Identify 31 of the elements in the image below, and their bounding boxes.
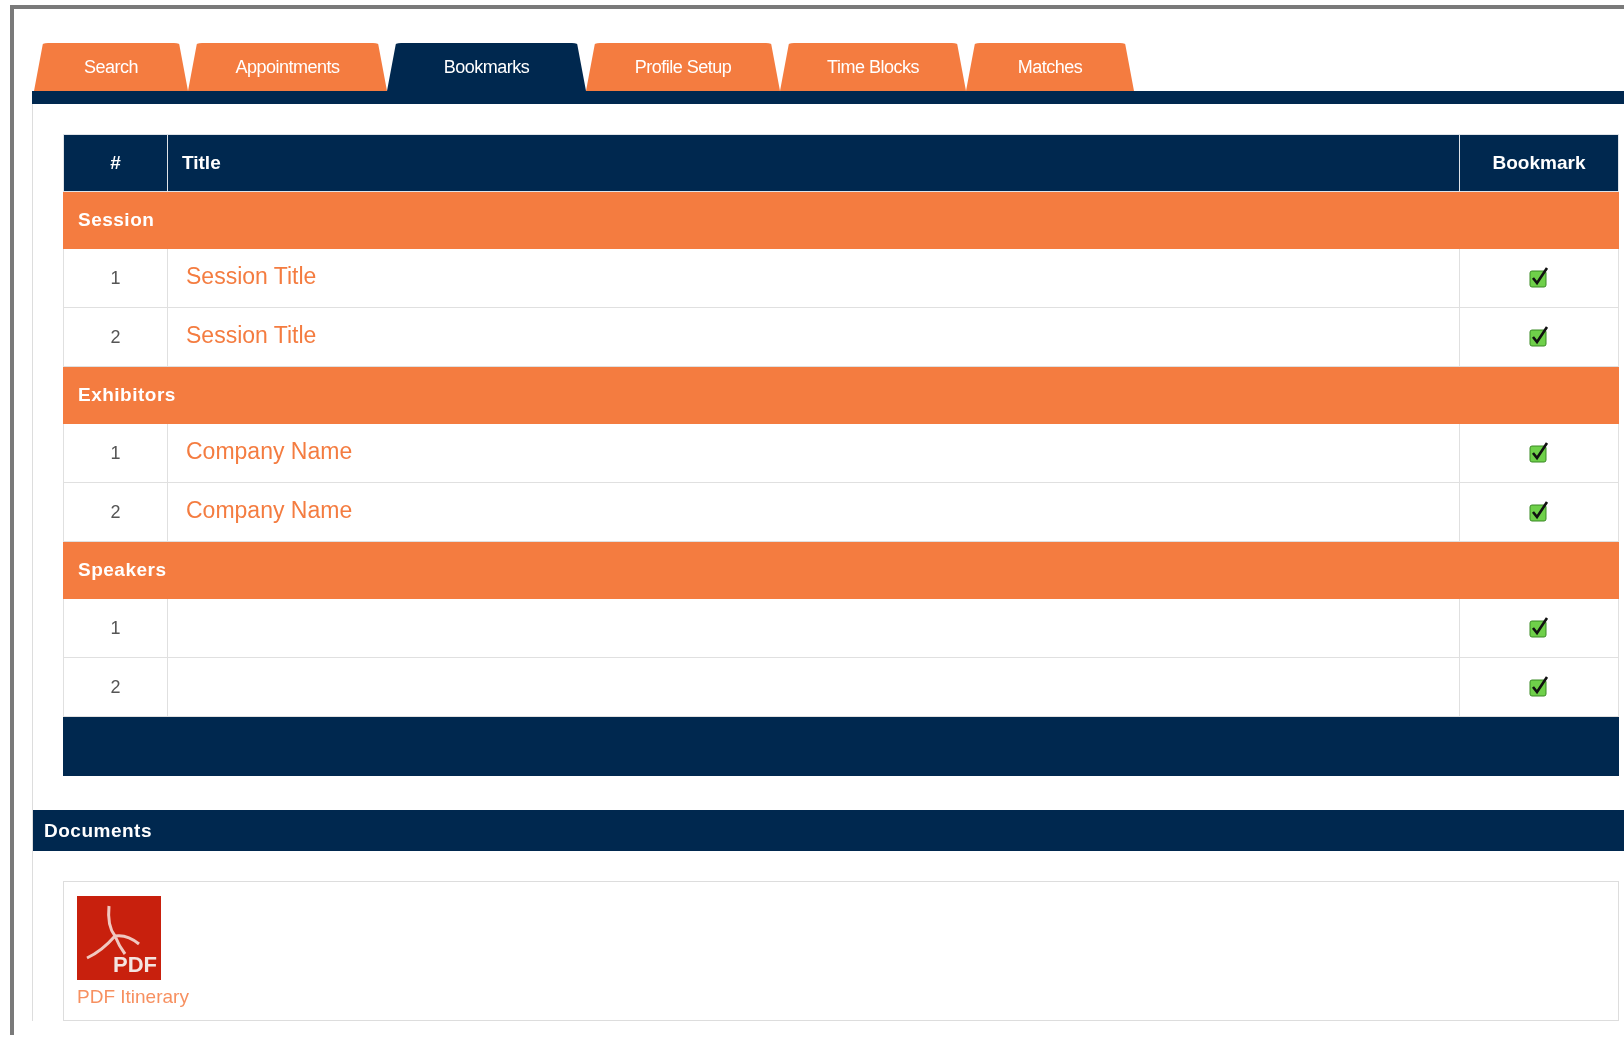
row-number: 2 (63, 307, 168, 367)
tab[interactable]: Profile Setup (586, 43, 780, 91)
checkbox-icon[interactable] (1529, 326, 1549, 348)
checkbox-icon[interactable] (1529, 676, 1549, 698)
column-header: # (63, 134, 168, 192)
checkbox-icon[interactable] (1529, 617, 1549, 639)
row-number: 1 (63, 423, 168, 483)
checkbox-icon[interactable] (1529, 267, 1549, 289)
checkbox-icon[interactable] (1529, 501, 1549, 523)
group-header: Session (63, 191, 1619, 249)
tab[interactable]: Time Blocks (780, 43, 966, 91)
title-link[interactable]: Session Title (186, 321, 317, 348)
section-header: Documents (33, 810, 1624, 851)
row-number: 2 (63, 482, 168, 542)
title-link[interactable]: Company Name (186, 496, 353, 523)
row-number: 1 (63, 248, 168, 308)
title-link[interactable]: Company Name (186, 437, 353, 464)
document-link[interactable]: PDF Itinerary (77, 986, 189, 1008)
column-header: Title (167, 134, 1460, 192)
column-header: Bookmark (1459, 134, 1619, 192)
tab[interactable]: Matches (966, 43, 1134, 91)
tab[interactable]: Bookmarks (387, 43, 586, 91)
row-number: 2 (63, 657, 168, 717)
row-number: 1 (63, 598, 168, 658)
group-header: Speakers (63, 541, 1619, 599)
tab[interactable]: Search (34, 43, 188, 91)
pdf-icon[interactable]: PDF (77, 896, 161, 980)
checkbox-icon[interactable] (1529, 442, 1549, 464)
tab[interactable]: Appointments (188, 43, 387, 91)
group-header: Exhibitors (63, 366, 1619, 424)
title-link[interactable]: Session Title (186, 262, 317, 289)
